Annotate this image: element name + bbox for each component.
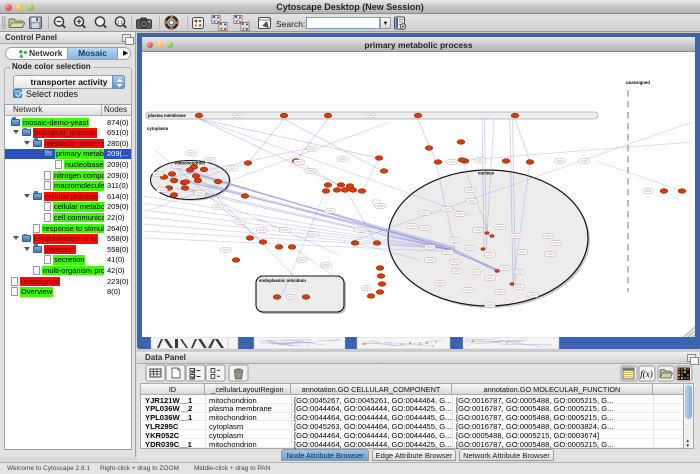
svg-text:cytoplasm: cytoplasm bbox=[147, 126, 168, 131]
svg-text:mitochondrion: mitochondrion bbox=[175, 161, 205, 166]
svg-text:1:1: 1:1 bbox=[117, 19, 124, 24]
svg-text:plasma membrane: plasma membrane bbox=[148, 113, 186, 118]
svg-text:endoplasmic reticulum: endoplasmic reticulum bbox=[259, 278, 306, 283]
svg-text:unassigned: unassigned bbox=[626, 80, 650, 85]
svg-text:f(x): f(x) bbox=[640, 369, 653, 379]
svg-text:nucleus: nucleus bbox=[478, 171, 495, 176]
